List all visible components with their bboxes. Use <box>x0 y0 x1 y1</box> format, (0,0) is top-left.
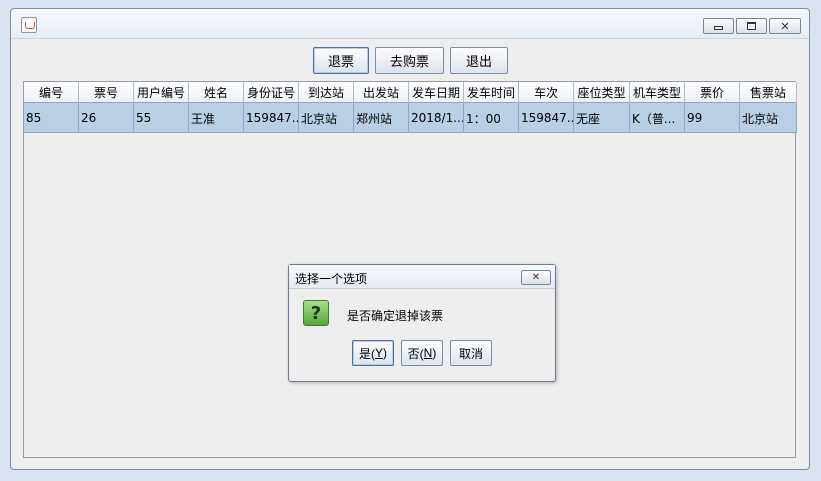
no-label: 否( <box>407 346 424 361</box>
table-cell: 北京站 <box>740 103 797 133</box>
minimize-icon <box>714 26 723 30</box>
column-header[interactable]: 车次 <box>519 82 574 103</box>
column-header[interactable]: 发车时间 <box>464 82 519 103</box>
table-cell: 无座 <box>574 103 630 133</box>
close-icon: ✕ <box>531 272 541 283</box>
title-bar[interactable]: ✕ <box>11 9 809 39</box>
column-header[interactable]: 售票站 <box>740 82 797 103</box>
yes-label: 是( <box>358 346 375 361</box>
cancel-button[interactable]: 取消 <box>450 340 492 366</box>
refund-button[interactable]: 退票 <box>313 47 369 74</box>
maximize-button[interactable] <box>736 18 767 34</box>
no-button[interactable]: 否(N) <box>401 340 443 366</box>
no-suffix: ) <box>432 346 437 360</box>
dialog-title: 选择一个选项 <box>295 272 368 286</box>
table-cell: K（普... <box>630 103 685 133</box>
table-cell: 26 <box>79 103 134 133</box>
column-header[interactable]: 发车日期 <box>409 82 464 103</box>
yes-suffix: ) <box>383 346 387 360</box>
java-cup-icon <box>21 17 37 33</box>
column-header[interactable]: 出发站 <box>354 82 409 103</box>
table-cell: 99 <box>685 103 740 133</box>
close-icon: ✕ <box>780 19 790 33</box>
close-button[interactable]: ✕ <box>769 18 801 34</box>
column-header[interactable]: 机车类型 <box>630 82 685 103</box>
table-cell: 55 <box>134 103 189 133</box>
no-mnemonic: N <box>423 346 433 360</box>
yes-button[interactable]: 是(Y) <box>352 340 394 366</box>
question-icon: ? <box>303 300 329 326</box>
column-header[interactable]: 身份证号 <box>244 82 299 103</box>
table-cell: 北京站 <box>299 103 354 133</box>
exit-button[interactable]: 退出 <box>450 47 508 74</box>
dialog-close-button[interactable]: ✕ <box>521 270 551 285</box>
table-cell: 王准 <box>189 103 244 133</box>
table-cell: 159847... <box>244 103 299 133</box>
column-header[interactable]: 票价 <box>685 82 740 103</box>
table-cell: 159847... <box>519 103 574 133</box>
table-cell: 2018/1... <box>409 103 464 133</box>
table-cell: 郑州站 <box>354 103 409 133</box>
column-header[interactable]: 编号 <box>24 82 79 103</box>
column-header[interactable]: 用户编号 <box>134 82 189 103</box>
buy-ticket-button[interactable]: 去购票 <box>375 47 444 74</box>
yes-mnemonic: Y <box>374 346 383 360</box>
minimize-button[interactable] <box>703 18 734 34</box>
column-header[interactable]: 到达站 <box>299 82 354 103</box>
column-header[interactable]: 姓名 <box>189 82 244 103</box>
dialog-title-bar[interactable]: 选择一个选项 ✕ <box>289 265 555 289</box>
confirm-dialog: 选择一个选项 ✕ ? 是否确定退掉该票 是(Y) 否(N) 取消 <box>288 264 556 382</box>
table-row[interactable]: 85 26 55 王准 159847... 北京站 郑州站 2018/1... 1：00 1598… <box>24 103 797 133</box>
column-header[interactable]: 票号 <box>79 82 134 103</box>
dialog-message: 是否确定退掉该票 <box>347 309 444 323</box>
table-cell: 85 <box>24 103 79 133</box>
table-cell: 1：00 <box>464 103 519 133</box>
maximize-icon <box>747 22 756 30</box>
table-header: 编号 票号 用户编号 姓名 身份证号 到达站 出发站 发车日期 发车时间 车次 座位类型 机车类型 票价… <box>24 82 797 103</box>
column-header[interactable]: 座位类型 <box>574 82 630 103</box>
